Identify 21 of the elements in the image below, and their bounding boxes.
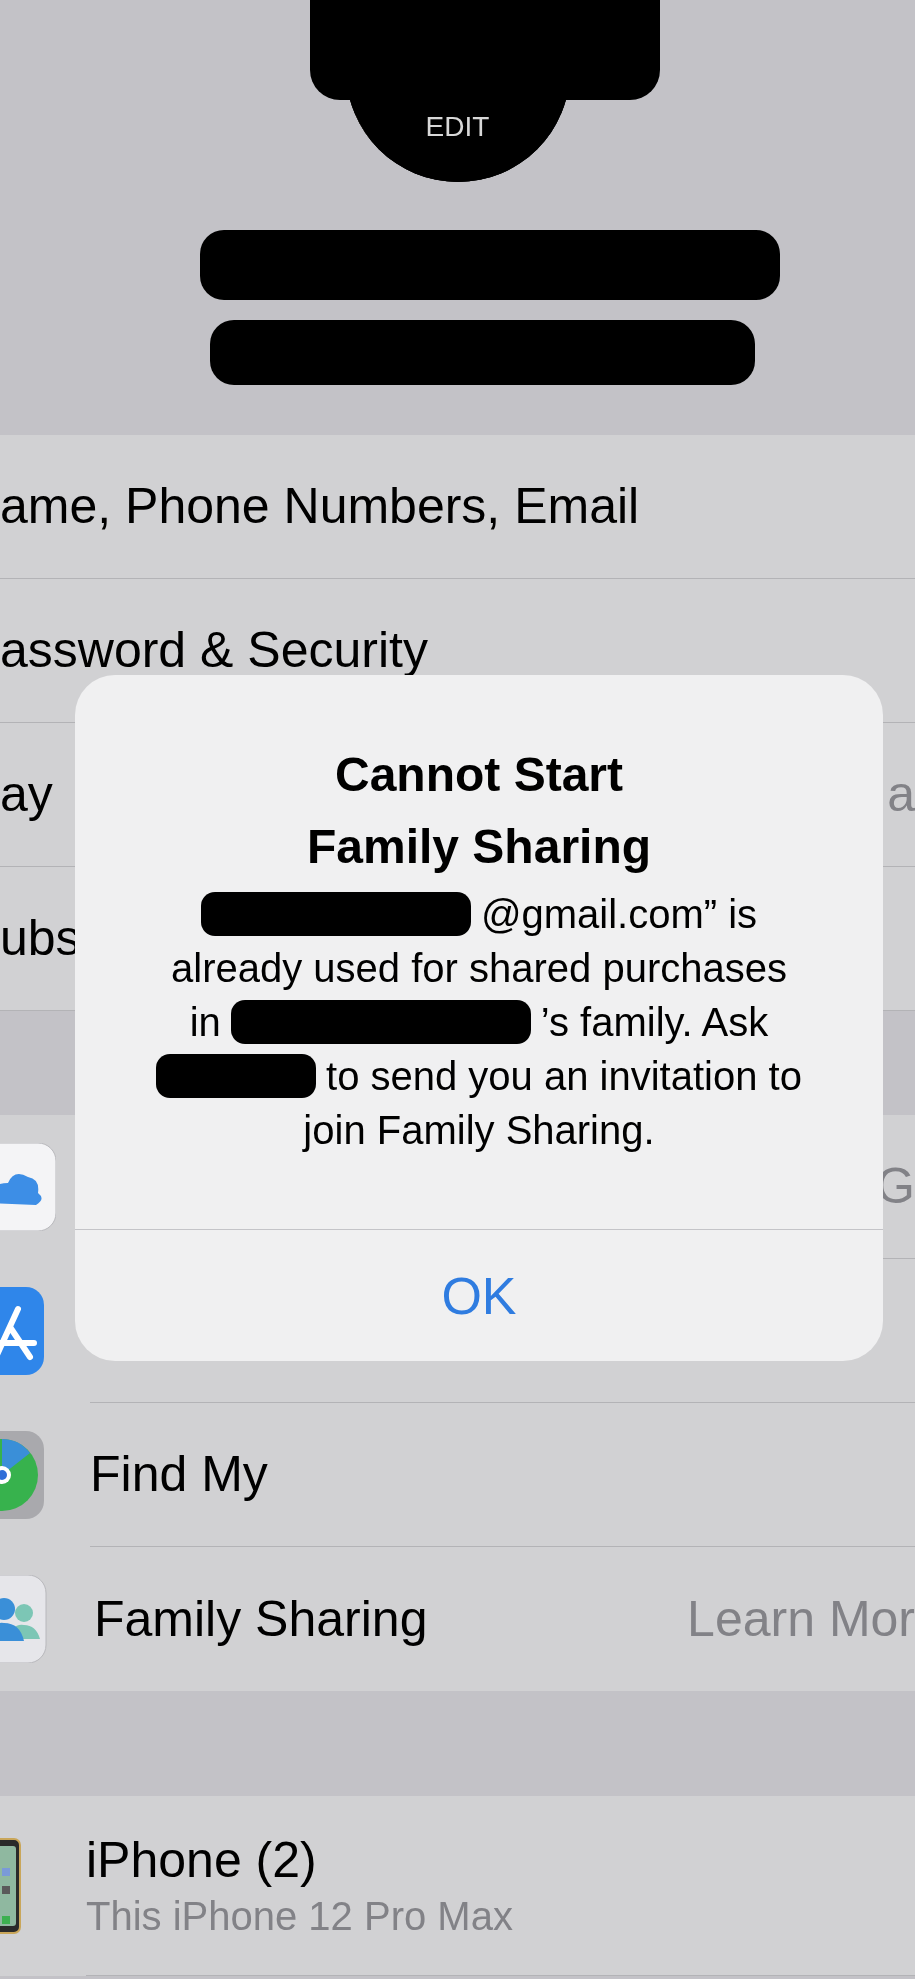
alert-message: already used for shared purchases [171,945,787,992]
cloud-icon [0,1143,56,1231]
alert-message: to send you an invitation to [326,1053,802,1100]
settings-row-label[interactable]: Find My [90,1437,268,1512]
row-value: Learn Mor [687,1589,915,1649]
alert-message: @gmail.com” is [480,891,758,938]
settings-row-label[interactable]: Family Sharing [94,1581,428,1657]
app-store-icon [0,1287,44,1375]
settings-row-label[interactable]: ame, Phone Numbers, Email [0,469,640,544]
alert-title: Cannot Start Family Sharing [306,747,652,875]
alert-message: join Family Sharing. [303,1107,655,1154]
alert-message: in [189,999,221,1046]
settings-row-label[interactable]: ay [0,757,53,832]
ok-button[interactable]: OK [75,1229,883,1361]
phone-icon [0,1838,22,1934]
row-value: a [887,765,915,824]
device-name[interactable]: iPhone (2) [86,1829,915,1890]
device-model: This iPhone 12 Pro Max [86,1892,514,1940]
radar-icon [0,1431,44,1519]
alert-message: ’s family. Ask [540,999,769,1046]
people-icon [0,1575,48,1663]
